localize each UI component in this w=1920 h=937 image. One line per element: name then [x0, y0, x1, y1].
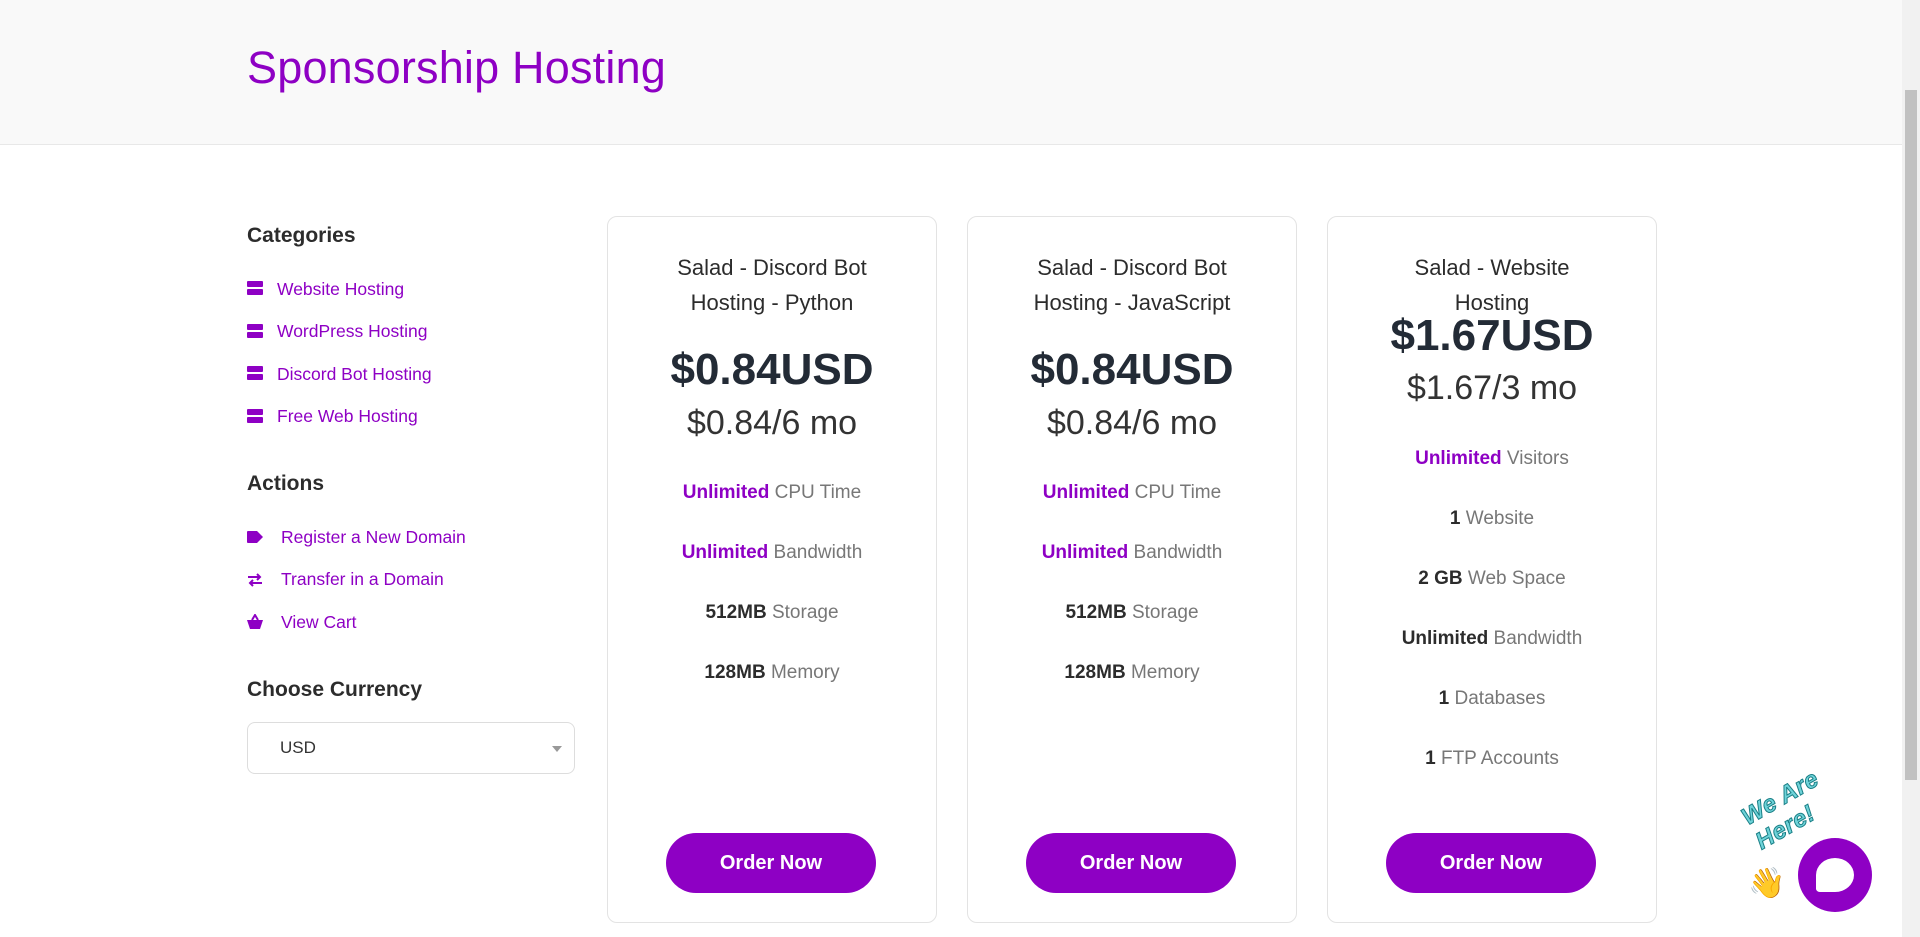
product-price: $0.84USD: [670, 345, 874, 394]
feature-item: Unlimited Bandwidth: [968, 541, 1296, 601]
feature-value: Unlimited: [682, 482, 770, 503]
waving-hand-icon: 👋: [1748, 867, 1786, 900]
feature-item: Unlimited Visitors: [1328, 447, 1656, 507]
feature-label: Bandwidth: [1488, 628, 1583, 649]
currency-value: USD: [280, 737, 316, 757]
server-icon: [247, 408, 277, 425]
sidebar: Categories Website Hosting WordPress Hos…: [247, 224, 575, 774]
feature-label: Bandwidth: [1128, 542, 1223, 563]
feature-value: 2 GB: [1418, 568, 1463, 589]
feature-value: 128MB: [1064, 662, 1126, 683]
actions-list: Register a New Domain Transfer in a Doma…: [247, 516, 575, 644]
feature-list: Unlimited CPU Time Unlimited Bandwidth 5…: [608, 481, 936, 721]
feature-item: 2 GB Web Space: [1328, 567, 1656, 627]
cart-icon: [247, 614, 281, 630]
feature-item: 128MB Memory: [608, 661, 936, 721]
product-card: Salad - Discord Bot Hosting - JavaScript…: [967, 216, 1297, 923]
feature-label: Website: [1460, 508, 1535, 529]
feature-list: Unlimited Visitors 1 Website 2 GB Web Sp…: [1328, 447, 1656, 807]
product-card: Salad - Website Hosting $1.67USD $1.67/3…: [1327, 216, 1657, 923]
feature-value: Unlimited: [1415, 448, 1502, 469]
feature-label: Web Space: [1462, 568, 1566, 589]
feature-list: Unlimited CPU Time Unlimited Bandwidth 5…: [968, 481, 1296, 721]
feature-item: 1 Website: [1328, 507, 1656, 567]
feature-item: Unlimited CPU Time: [608, 481, 936, 541]
feature-label: Storage: [766, 602, 839, 623]
feature-label: FTP Accounts: [1435, 748, 1559, 769]
feature-label: Bandwidth: [768, 542, 863, 563]
sidebar-item-free-web-hosting[interactable]: Free Web Hosting: [247, 396, 575, 439]
categories-heading: Categories: [247, 224, 356, 247]
sidebar-item-transfer-domain[interactable]: Transfer in a Domain: [247, 559, 575, 602]
sidebar-item-wordpress-hosting[interactable]: WordPress Hosting: [247, 311, 575, 354]
server-icon: [247, 281, 277, 297]
feature-value: 512MB: [1065, 602, 1127, 623]
feature-value: Unlimited: [1401, 628, 1489, 649]
product-title: Salad - Discord Bot Hosting - JavaScript: [1033, 255, 1231, 315]
product-card: Salad - Discord Bot Hosting - Python $0.…: [607, 216, 937, 923]
server-icon: [247, 366, 277, 382]
chevron-down-icon: [552, 745, 562, 752]
feature-value: 1: [1438, 688, 1450, 709]
feature-value: Unlimited: [1041, 542, 1129, 563]
sidebar-item-label: WordPress Hosting: [277, 321, 428, 342]
feature-value: 128MB: [704, 662, 766, 683]
product-price: $1.67USD: [1390, 311, 1594, 360]
sidebar-item-register-domain[interactable]: Register a New Domain: [247, 516, 575, 559]
feature-label: Visitors: [1501, 448, 1569, 469]
product-title: Salad - Discord Bot Hosting - Python: [677, 255, 867, 315]
page-header: Sponsorship Hosting: [0, 0, 1902, 145]
currency-heading: Choose Currency: [247, 677, 423, 701]
chat-tagline: We Are Here!: [1737, 765, 1825, 856]
feature-item: Unlimited Bandwidth: [1328, 627, 1656, 687]
sidebar-item-label: View Cart: [281, 611, 357, 632]
product-period: $1.67/3 mo: [1406, 369, 1578, 407]
feature-value: 512MB: [705, 602, 767, 623]
page-title: Sponsorship Hosting: [247, 42, 667, 93]
order-now-button[interactable]: Order Now: [666, 833, 876, 893]
scrollbar[interactable]: [1902, 0, 1920, 937]
feature-item: 512MB Storage: [608, 601, 936, 661]
feature-item: 128MB Memory: [968, 661, 1296, 721]
product-price: $0.84USD: [1030, 345, 1234, 394]
feature-item: 1 Databases: [1328, 687, 1656, 747]
product-period: $0.84/6 mo: [1046, 404, 1218, 442]
order-now-button[interactable]: Order Now: [1026, 833, 1236, 893]
sidebar-item-view-cart[interactable]: View Cart: [247, 601, 575, 644]
feature-label: Databases: [1449, 688, 1546, 709]
feature-item: Unlimited CPU Time: [968, 481, 1296, 541]
feature-label: CPU Time: [769, 482, 862, 503]
currency-select[interactable]: USD: [247, 721, 575, 774]
order-now-button[interactable]: Order Now: [1386, 833, 1596, 893]
sidebar-item-label: Register a New Domain: [281, 526, 466, 547]
feature-value: 1: [1449, 508, 1461, 529]
actions-heading: Actions: [247, 472, 325, 495]
product-period: $0.84/6 mo: [686, 404, 858, 442]
feature-item: 1 FTP Accounts: [1328, 747, 1656, 807]
sidebar-item-label: Website Hosting: [277, 278, 405, 299]
feature-label: Memory: [1125, 662, 1200, 683]
feature-item: Unlimited Bandwidth: [608, 541, 936, 601]
server-icon: [247, 323, 277, 340]
sidebar-item-website-hosting[interactable]: Website Hosting: [247, 268, 575, 311]
feature-value: Unlimited: [681, 542, 769, 563]
feature-label: Memory: [765, 662, 840, 683]
product-title: Salad - Website Hosting: [1414, 255, 1570, 315]
sidebar-item-discord-bot-hosting[interactable]: Discord Bot Hosting: [247, 353, 575, 396]
categories-list: Website Hosting WordPress Hosting Discor…: [247, 268, 575, 438]
chat-icon: [1816, 858, 1854, 892]
sidebar-item-label: Discord Bot Hosting: [277, 363, 432, 384]
feature-label: Storage: [1126, 602, 1199, 623]
feature-value: Unlimited: [1042, 482, 1130, 503]
chat-launcher-button[interactable]: [1798, 838, 1872, 912]
tag-icon: [247, 531, 281, 544]
feature-label: CPU Time: [1129, 482, 1222, 503]
scrollbar-thumb[interactable]: [1905, 90, 1917, 780]
sidebar-item-label: Transfer in a Domain: [281, 569, 444, 590]
feature-value: 1: [1425, 748, 1436, 769]
transfer-icon: [247, 572, 281, 588]
sidebar-item-label: Free Web Hosting: [277, 406, 418, 427]
feature-item: 512MB Storage: [968, 601, 1296, 661]
